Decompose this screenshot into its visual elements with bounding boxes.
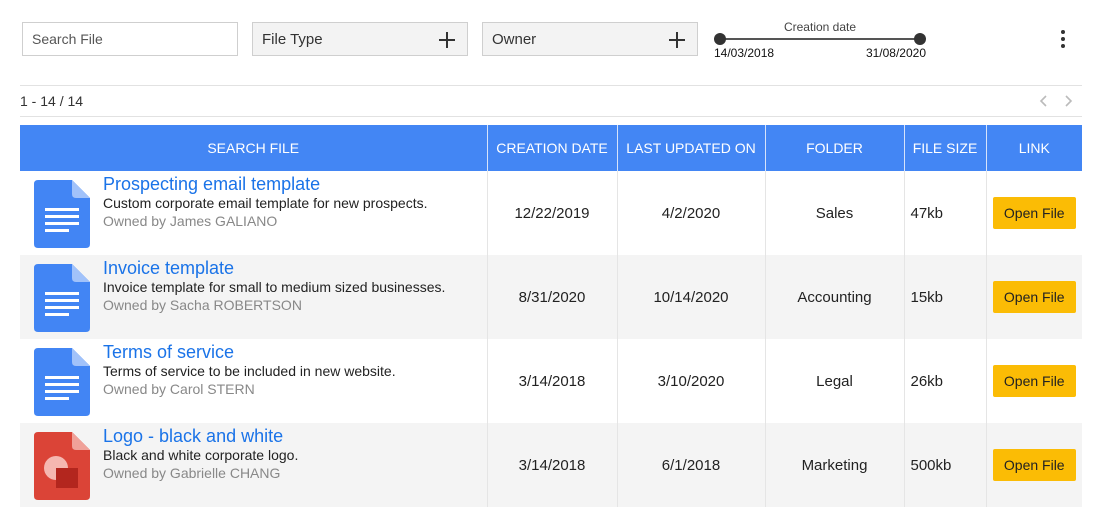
search-input[interactable] (22, 22, 238, 56)
link-cell: Open File (985, 255, 1082, 339)
file-name-link[interactable]: Invoice template (103, 258, 234, 279)
google-doc-icon (34, 180, 90, 248)
filter-bar: File Type Owner Creation date 14/03/2018… (0, 0, 1100, 80)
file-type-filter[interactable]: File Type (252, 22, 468, 56)
link-cell: Open File (985, 423, 1082, 507)
file-description: Invoice template for small to medium siz… (103, 279, 446, 295)
link-cell: Open File (985, 171, 1082, 255)
folder-cell: Legal (764, 339, 904, 423)
file-name-link[interactable]: Terms of service (103, 342, 234, 363)
file-description: Terms of service to be included in new w… (103, 363, 396, 379)
plus-icon (439, 32, 455, 48)
chevron-right-icon[interactable] (1060, 93, 1076, 109)
open-file-button[interactable]: Open File (992, 197, 1076, 229)
last-updated-cell: 6/1/2018 (616, 423, 765, 507)
last-updated-cell: 10/14/2020 (616, 255, 765, 339)
column-header-folder[interactable]: FOLDER (764, 125, 904, 171)
last-updated-cell: 4/2/2020 (616, 171, 765, 255)
table-row: Prospecting email template Custom corpor… (20, 171, 1082, 255)
file-size-cell: 15kb (903, 255, 986, 339)
table-row: Terms of service Terms of service to be … (20, 339, 1082, 423)
more-options-icon[interactable] (1054, 28, 1072, 50)
files-table: SEARCH FILE CREATION DATE LAST UPDATED O… (20, 125, 1082, 507)
open-file-button[interactable]: Open File (992, 281, 1076, 313)
file-size-cell: 47kb (903, 171, 986, 255)
google-doc-icon (34, 264, 90, 332)
divider (20, 85, 1082, 86)
pagination-label: 1 - 14 / 14 (20, 93, 84, 109)
table-row: Logo - black and white Black and white c… (20, 423, 1082, 507)
creation-date-cell: 8/31/2020 (486, 255, 617, 339)
column-header-link[interactable]: LINK (985, 125, 1082, 171)
file-owner: Owned by James GALIANO (103, 213, 278, 229)
creation-date-cell: 3/14/2018 (486, 423, 617, 507)
plus-icon (669, 32, 685, 48)
file-type-label: File Type (262, 31, 323, 48)
divider (20, 116, 1082, 117)
file-owner: Owned by Sacha ROBERTSON (103, 297, 302, 313)
folder-cell: Sales (764, 171, 904, 255)
column-header-last-updated[interactable]: LAST UPDATED ON (616, 125, 765, 171)
file-size-cell: 26kb (903, 339, 986, 423)
file-name-link[interactable]: Prospecting email template (103, 174, 320, 195)
last-updated-cell: 3/10/2020 (616, 339, 765, 423)
range-min-value: 14/03/2018 (714, 46, 775, 60)
column-header-creation-date[interactable]: CREATION DATE (486, 125, 617, 171)
chevron-left-icon[interactable] (1036, 93, 1052, 109)
creation-date-cell: 12/22/2019 (486, 171, 617, 255)
owner-label: Owner (492, 31, 537, 48)
range-max-value: 31/08/2020 (865, 46, 926, 60)
creation-date-title: Creation date (783, 20, 857, 34)
file-size-cell: 500kb (903, 423, 986, 507)
open-file-button[interactable]: Open File (992, 365, 1076, 397)
folder-cell: Marketing (764, 423, 904, 507)
owner-filter[interactable]: Owner (482, 22, 698, 56)
file-description: Custom corporate email template for new … (103, 195, 428, 211)
link-cell: Open File (985, 339, 1082, 423)
file-name-link[interactable]: Logo - black and white (103, 426, 283, 447)
file-owner: Owned by Carol STERN (103, 381, 255, 397)
column-header-file-size[interactable]: FILE SIZE (903, 125, 986, 171)
range-max-handle[interactable] (914, 33, 926, 45)
column-header-search-file[interactable]: SEARCH FILE (20, 125, 487, 171)
file-description: Black and white corporate logo. (103, 447, 299, 463)
table-row: Invoice template Invoice template for sm… (20, 255, 1082, 339)
range-min-handle[interactable] (714, 33, 726, 45)
folder-cell: Accounting (764, 255, 904, 339)
google-doc-icon (34, 348, 90, 416)
google-drawing-icon (34, 432, 90, 500)
table-header: SEARCH FILE CREATION DATE LAST UPDATED O… (20, 125, 1082, 171)
creation-date-cell: 3/14/2018 (486, 339, 617, 423)
creation-date-range: Creation date 14/03/2018 31/08/2020 (712, 18, 932, 64)
range-track[interactable] (720, 38, 920, 40)
file-owner: Owned by Gabrielle CHANG (103, 465, 281, 481)
open-file-button[interactable]: Open File (992, 449, 1076, 481)
